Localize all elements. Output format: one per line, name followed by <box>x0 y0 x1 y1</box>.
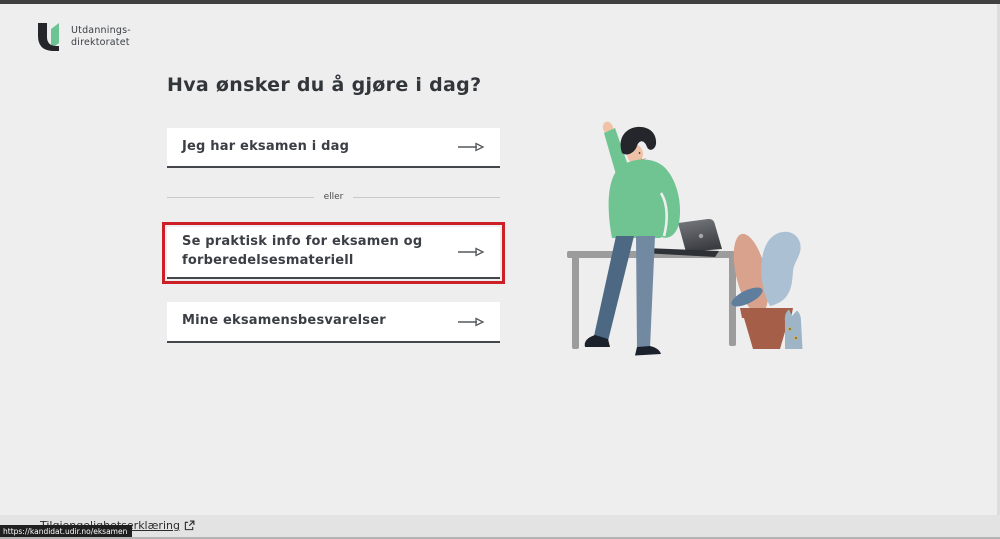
footer-bar: Tilgjengelighetserklæring <box>0 515 1000 539</box>
divider-line-left <box>167 197 314 198</box>
potted-plant <box>727 231 802 349</box>
cat <box>785 310 803 350</box>
my-exam-answers-label: Mine eksamensbesvarelser <box>182 312 457 331</box>
arrow-right-icon <box>457 247 485 257</box>
or-divider: eller <box>167 190 500 204</box>
udir-logo-icon <box>37 22 64 52</box>
udir-logo: Utdannings- direktoratet <box>37 22 131 52</box>
or-divider-label: eller <box>324 192 344 202</box>
arrow-right-icon <box>457 317 485 327</box>
person <box>585 120 680 355</box>
waving-person-illustration <box>555 108 815 360</box>
highlight-annotation: Se praktisk info for eksamen og forbered… <box>162 222 505 284</box>
my-exam-answers-button[interactable]: Mine eksamensbesvarelser <box>167 302 500 343</box>
arrow-right-icon <box>457 142 485 152</box>
practical-info-label: Se praktisk info for eksamen og forbered… <box>182 233 457 271</box>
shoe-right <box>635 346 661 356</box>
practical-info-button[interactable]: Se praktisk info for eksamen og forbered… <box>167 227 500 279</box>
exam-today-label: Jeg har eksamen i dag <box>182 138 457 157</box>
udir-logo-text: Utdannings- direktoratet <box>71 25 131 49</box>
blue-leaf <box>761 232 800 306</box>
page-title: Hva ønsker du å gjøre i dag? <box>167 74 481 96</box>
divider-line-right <box>353 197 500 198</box>
exam-today-button[interactable]: Jeg har eksamen i dag <box>167 128 500 168</box>
external-link-icon <box>184 520 195 531</box>
back-leg <box>636 236 655 348</box>
window-top-bar <box>0 0 1000 4</box>
sweater <box>609 160 680 238</box>
pot-body <box>744 318 789 349</box>
